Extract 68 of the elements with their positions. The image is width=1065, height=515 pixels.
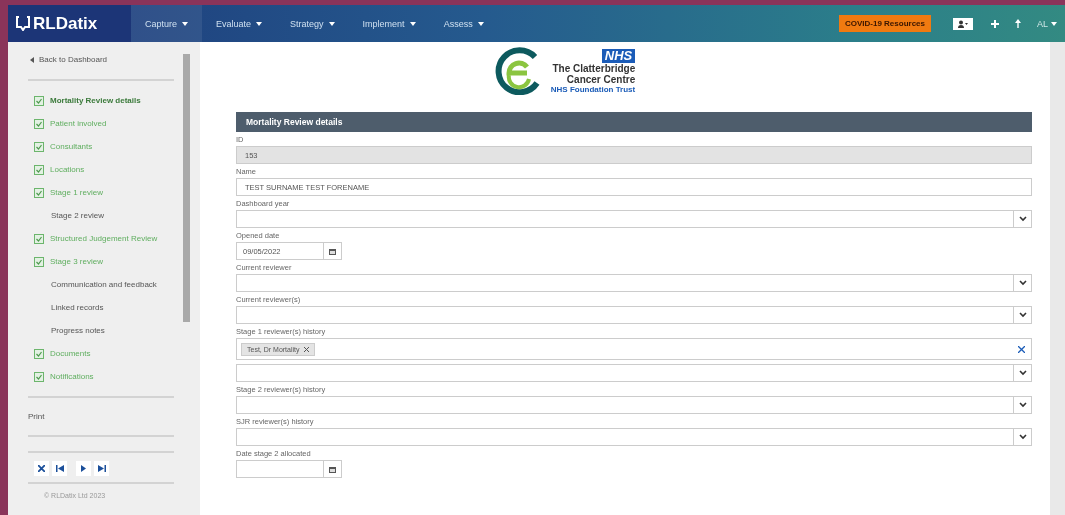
- nav-menu[interactable]: Evaluate: [202, 5, 277, 42]
- sidebar-item[interactable]: Stage 2 review: [34, 204, 180, 227]
- clear-button[interactable]: [1018, 343, 1025, 355]
- user-button[interactable]: [953, 17, 973, 30]
- user-menu[interactable]: AL: [1029, 18, 1065, 29]
- chevron-down-icon: [1018, 434, 1027, 440]
- back-arrow-icon: [30, 57, 34, 63]
- scrollbar-thumb[interactable]: [183, 54, 190, 322]
- org-name: The Clatterbridge: [552, 62, 636, 74]
- checklist-icon: [34, 118, 44, 129]
- calendar-icon: [329, 247, 336, 255]
- covid-resources-button[interactable]: COVID-19 Resources: [838, 15, 931, 32]
- brand-name: RLDatix: [33, 13, 98, 34]
- org-name: Cancer Centre: [566, 73, 636, 85]
- caret-icon: [1051, 21, 1057, 26]
- sidebar-item[interactable]: Progress notes: [34, 319, 180, 342]
- remove-icon: [303, 346, 309, 352]
- caret-icon: [256, 21, 263, 26]
- nav-menu[interactable]: Capture: [131, 5, 203, 42]
- chevron-down-icon: [1018, 216, 1027, 222]
- close-button[interactable]: [34, 461, 49, 476]
- last-record-button[interactable]: [94, 461, 109, 476]
- nhs-badge: NHS: [601, 48, 636, 63]
- next-record-button[interactable]: [76, 461, 91, 476]
- checklist-icon: [34, 164, 44, 175]
- close-icon: [38, 465, 45, 472]
- play-icon: [81, 465, 86, 472]
- select-field[interactable]: [236, 396, 1032, 414]
- speech-bubble-logo-icon: [16, 16, 30, 31]
- sidebar-item[interactable]: Mortality Review details: [34, 89, 180, 112]
- checklist-icon: [34, 348, 44, 359]
- checklist-icon: [34, 371, 44, 382]
- trust-name: NHS Foundation Trust: [550, 84, 636, 94]
- back-link[interactable]: Back to Dashboard: [20, 42, 180, 79]
- sidebar-item[interactable]: Linked records: [34, 296, 180, 319]
- chevron-down-icon: [1018, 280, 1027, 286]
- date-field[interactable]: [236, 460, 342, 478]
- print-link[interactable]: Print: [20, 398, 180, 435]
- close-icon: [1018, 345, 1025, 353]
- caret-icon: [328, 21, 335, 26]
- select-field[interactable]: [236, 274, 1032, 292]
- person-icon: [957, 19, 969, 28]
- select-field[interactable]: [236, 306, 1032, 324]
- caret-icon: [182, 21, 189, 26]
- chevron-down-icon: [1018, 402, 1027, 408]
- checklist-icon: [34, 141, 44, 152]
- caret-icon: [477, 21, 484, 26]
- nav-menu[interactable]: Strategy: [276, 5, 349, 42]
- select-field[interactable]: [236, 364, 1032, 382]
- section-header: Mortality Review details: [236, 112, 1032, 132]
- scrollbar-track[interactable]: [1050, 42, 1065, 515]
- caret-icon: [409, 21, 416, 26]
- checklist-icon: [34, 187, 44, 198]
- skip-back-icon: [55, 465, 64, 472]
- skip-forward-icon: [97, 465, 106, 472]
- calendar-icon: [329, 465, 336, 473]
- sidebar-item[interactable]: Communication and feedback: [34, 273, 180, 296]
- plus-icon: [991, 19, 999, 28]
- checklist-icon: [34, 256, 44, 267]
- checklist-icon: [34, 95, 44, 106]
- checklist-icon: [34, 233, 44, 244]
- select-field[interactable]: [236, 428, 1032, 446]
- select-field[interactable]: [236, 210, 1032, 228]
- chevron-down-icon: [1018, 312, 1027, 318]
- chevron-down-icon: [1018, 370, 1027, 376]
- first-record-button[interactable]: [52, 461, 67, 476]
- nav-menu[interactable]: Assess: [429, 5, 498, 42]
- nav-menu[interactable]: Implement: [348, 5, 430, 42]
